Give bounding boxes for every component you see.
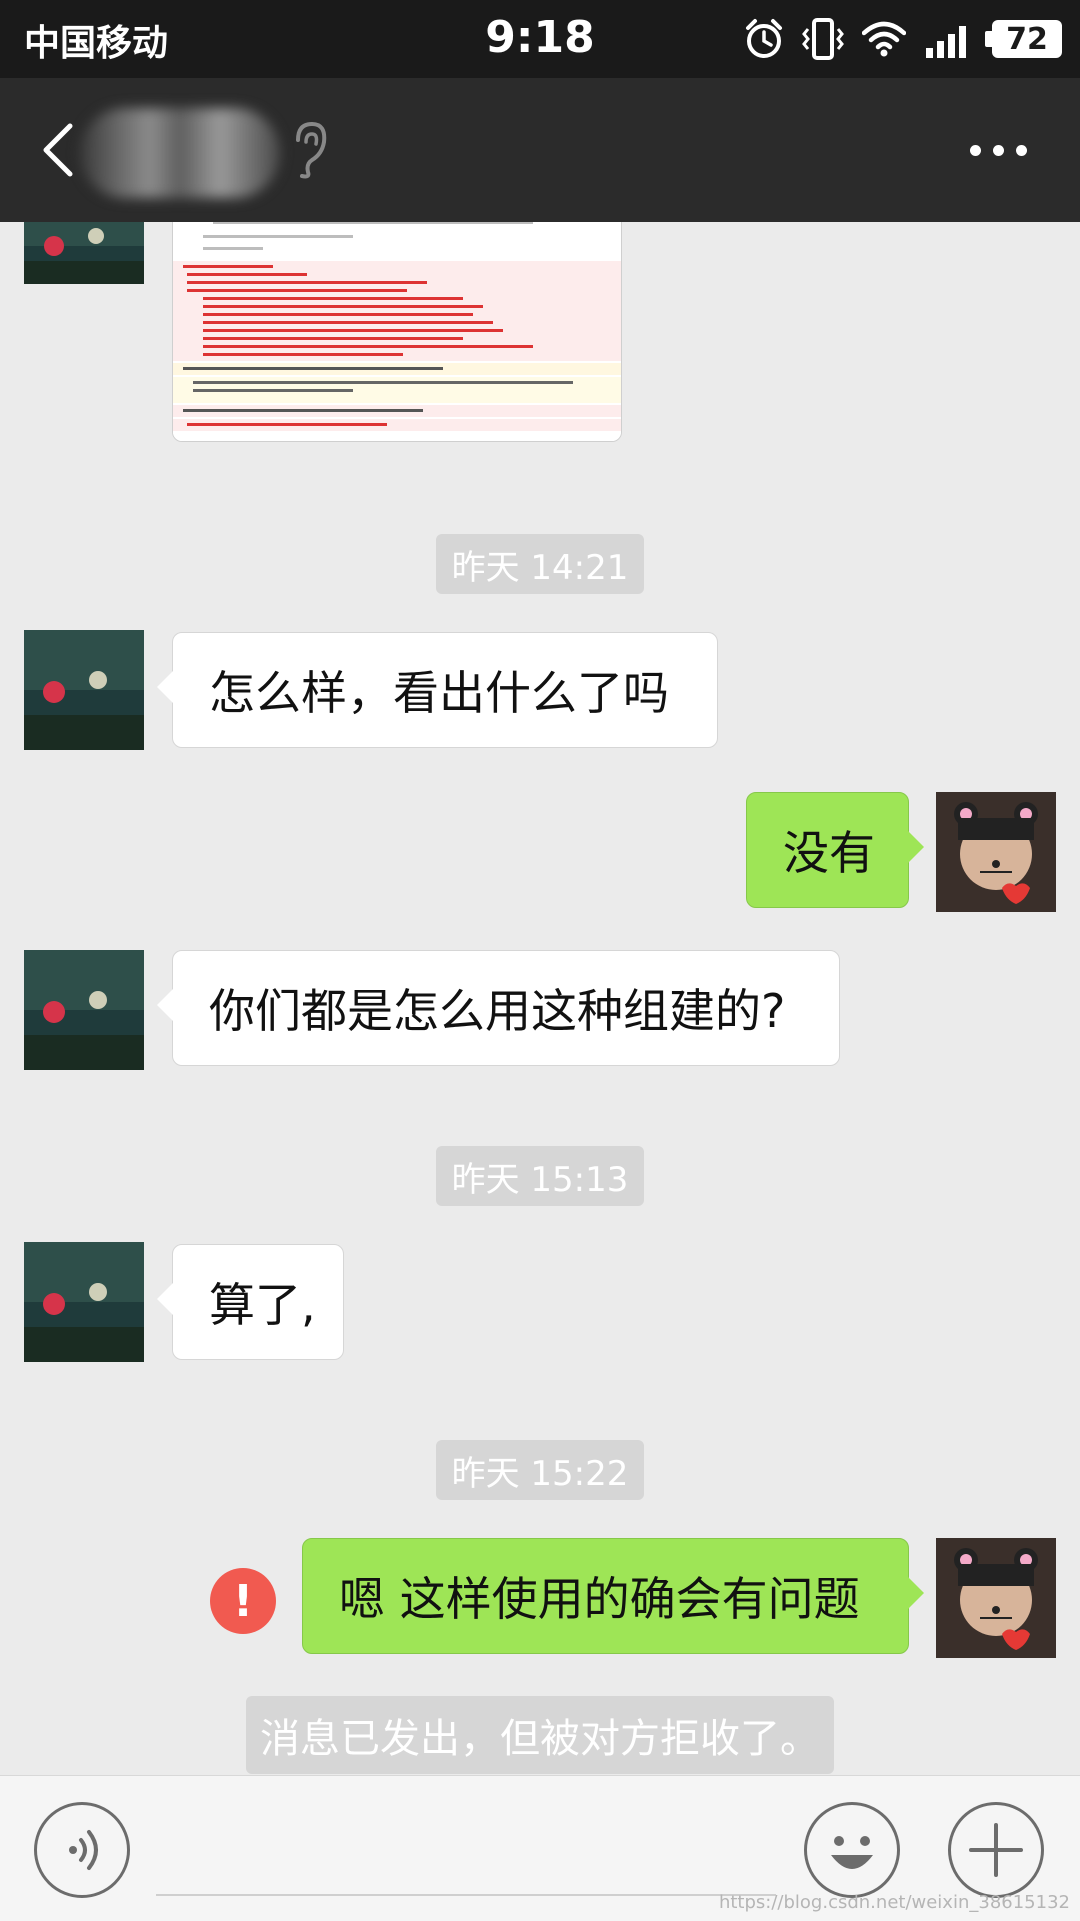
wifi-icon [862, 21, 906, 57]
battery-indicator: 72 [985, 20, 1062, 58]
avatar-self[interactable] [936, 792, 1056, 912]
avatar-self[interactable] [936, 1538, 1056, 1658]
timestamp: 昨天 14:21 [436, 534, 644, 594]
contact-name-blurred[interactable] [80, 108, 280, 198]
status-bar: 中国移动 9:18 72 [0, 0, 1080, 78]
system-notice: 消息已发出，但被对方拒收了。 [246, 1696, 834, 1774]
watermark: https://blog.csdn.net/weixin_38615132 [718, 1892, 1070, 1913]
emoji-icon[interactable] [804, 1802, 900, 1898]
status-icons: 72 [744, 14, 1062, 64]
avatar-contact[interactable] [24, 1242, 144, 1362]
send-failed-icon[interactable]: ! [210, 1568, 276, 1634]
more-dots-icon[interactable] [970, 134, 1040, 166]
message-bubble-outgoing[interactable]: 嗯 这样使用的确会有问题 [302, 1538, 924, 1654]
vibrate-icon [802, 18, 844, 60]
message-bubble-incoming[interactable]: 算了, [157, 1244, 344, 1360]
earpiece-icon [296, 121, 327, 179]
voice-icon[interactable] [34, 1802, 130, 1898]
plus-icon[interactable] [948, 1802, 1044, 1898]
screenshot-image-message[interactable] [172, 222, 622, 442]
chat-header [0, 78, 1080, 222]
timestamp: 昨天 15:13 [436, 1146, 644, 1206]
avatar-contact[interactable] [24, 950, 144, 1070]
timestamp: 昨天 15:22 [436, 1440, 644, 1500]
chat-message-list[interactable]: 昨天 14:21 怎么样，看出什么了吗 没有 你们都是怎么用这种组建的? 昨天 … [0, 222, 1080, 1775]
input-bar: https://blog.csdn.net/weixin_38615132 [0, 1775, 1080, 1921]
avatar-contact[interactable] [24, 630, 144, 750]
message-bubble-incoming[interactable]: 怎么样，看出什么了吗 [157, 632, 718, 748]
avatar-contact[interactable] [24, 222, 144, 326]
signal-icon [926, 26, 966, 58]
message-bubble-outgoing[interactable]: 没有 [746, 792, 924, 908]
alarm-icon [746, 19, 782, 58]
message-input[interactable] [156, 1894, 776, 1896]
message-bubble-incoming[interactable]: 你们都是怎么用这种组建的? [157, 950, 840, 1066]
